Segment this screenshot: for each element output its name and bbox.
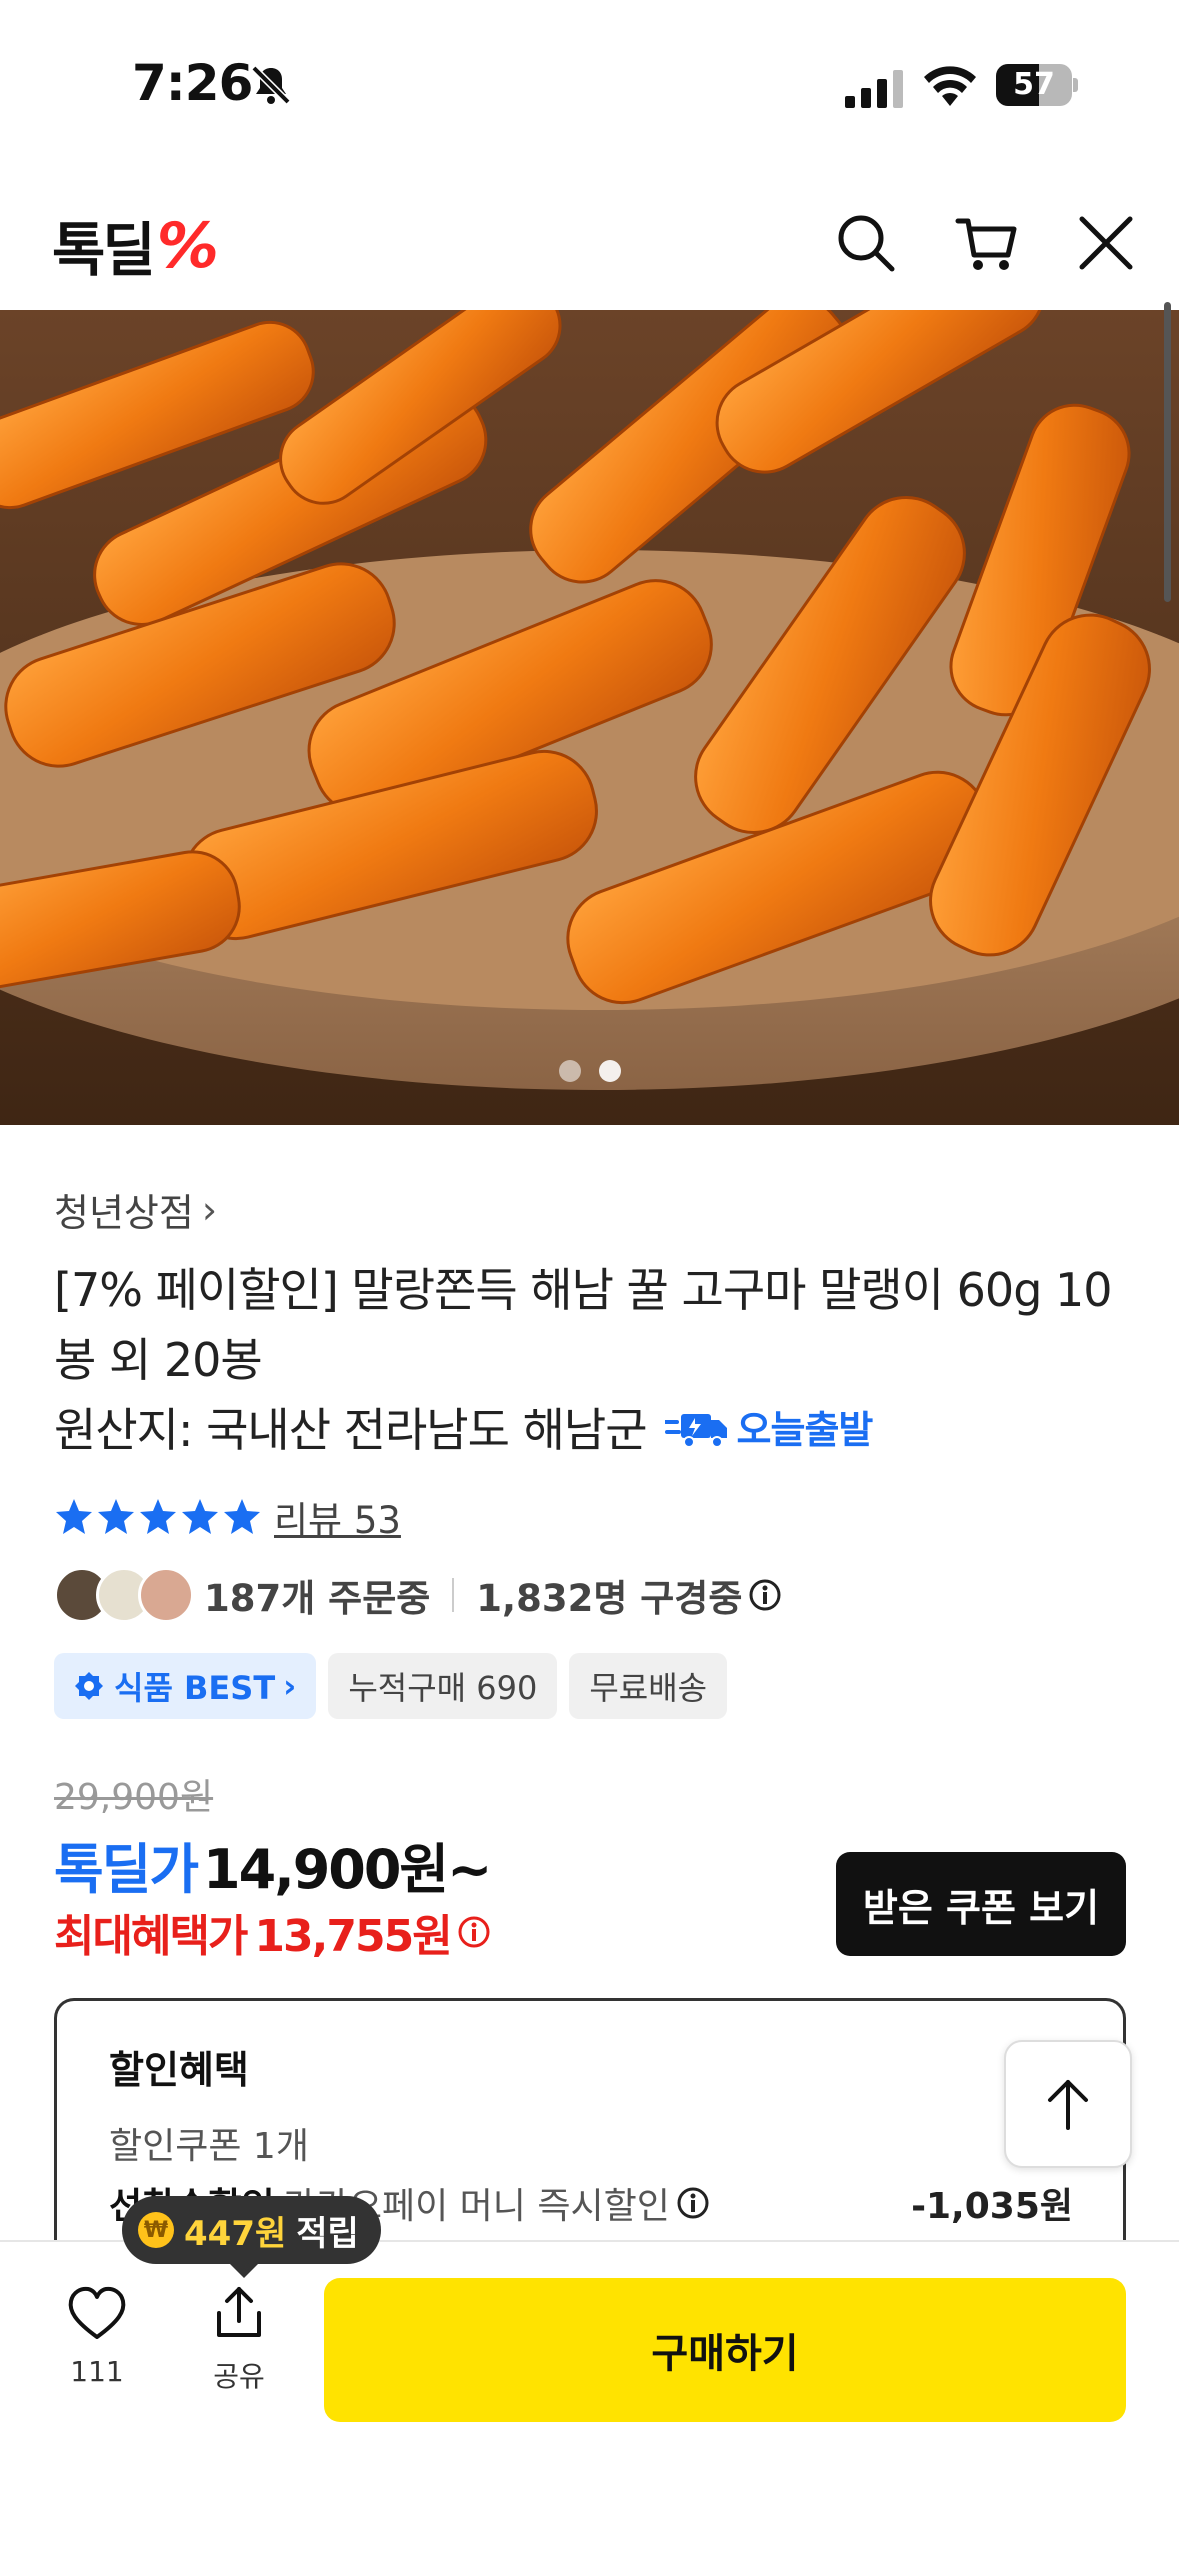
chevron-right-icon: › — [201, 1187, 218, 1232]
social-proof-row: 187개 주문중 1,832명 구경중 — [54, 1565, 782, 1625]
info-icon[interactable] — [457, 1915, 491, 1949]
scroll-indicator[interactable] — [1164, 302, 1171, 602]
origin-line: 원산지: 국내산 전라남도 해남군 오늘출발 — [54, 1395, 874, 1465]
tokdeal-logo[interactable]: 톡딜 % — [52, 205, 219, 285]
bubble-tail — [228, 2262, 260, 2278]
cart-icon[interactable] — [952, 209, 1020, 277]
share-icon — [217, 2287, 261, 2337]
star-icon — [182, 1499, 218, 1534]
signal-icon — [845, 70, 903, 108]
tags-row: 식품 BEST › 누적구매 690 무료배송 — [54, 1653, 728, 1719]
scroll-to-top-button[interactable] — [1004, 2040, 1132, 2168]
review-link[interactable]: 리뷰 53 — [274, 1490, 401, 1544]
delivery-truck-icon — [664, 1414, 727, 1448]
max-benefit-label: 최대혜택가 — [54, 1911, 248, 1962]
original-price: 29,900원 — [54, 1777, 214, 1818]
close-icon[interactable] — [1072, 209, 1140, 277]
wifi-icon — [924, 66, 976, 106]
badge-icon — [75, 1672, 103, 1700]
heart-icon — [68, 2286, 126, 2339]
bell-muted-icon — [251, 65, 291, 105]
battery-icon: 57 — [996, 64, 1078, 106]
pay-discount-value: -1,035원 — [911, 2186, 1073, 2227]
today-ship-badge: 오늘출발 — [664, 1395, 874, 1465]
star-icon — [140, 1499, 176, 1534]
carousel-dot[interactable] — [558, 1060, 581, 1082]
avatar — [138, 1567, 194, 1623]
like-count: 111 — [70, 2355, 124, 2388]
store-link[interactable]: 청년상점 › — [54, 1182, 217, 1237]
discount-title: 할인혜택 — [109, 2048, 249, 2092]
arrow-up-icon — [1048, 2080, 1088, 2130]
store-name: 청년상점 — [54, 1191, 194, 1235]
product-photo — [0, 310, 1179, 1125]
status-bar: 7:26 57 — [0, 0, 1179, 175]
logo-text: 톡딜 — [52, 216, 156, 284]
carousel-dot-active[interactable] — [598, 1060, 621, 1082]
info-icon[interactable] — [676, 2186, 710, 2220]
star-icon — [98, 1499, 134, 1534]
free-shipping-tag: 무료배송 — [569, 1653, 728, 1719]
search-icon[interactable] — [832, 209, 900, 277]
like-button[interactable]: 111 — [52, 2285, 142, 2388]
buyer-avatars — [54, 1567, 194, 1623]
share-button[interactable]: 공유 — [194, 2285, 284, 2395]
star-icon — [56, 1499, 92, 1534]
cumulative-purchase-tag: 누적구매 690 — [328, 1653, 558, 1719]
carousel-dots — [0, 1060, 1179, 1082]
info-icon[interactable] — [748, 1578, 782, 1612]
view-coupons-button[interactable]: 받은 쿠폰 보기 — [836, 1852, 1126, 1956]
share-label: 공유 — [213, 2360, 265, 2393]
best-tag-label: 식품 BEST — [114, 1669, 276, 1707]
max-benefit-row: 최대혜택가 13,755원 — [54, 1900, 491, 1964]
divider — [452, 1578, 455, 1612]
buy-button[interactable]: 구매하기 — [324, 2278, 1126, 2422]
best-tag[interactable]: 식품 BEST › — [54, 1653, 317, 1719]
deal-price-row: 톡딜가 14,900원~ — [54, 1825, 492, 1904]
deal-label: 톡딜가 — [54, 1838, 199, 1901]
star-rating — [54, 1497, 262, 1537]
product-title: [7% 페이할인] 말랑쫀득 해남 꿀 고구마 말랭이 60g 10봉 외 20… — [54, 1263, 1113, 1387]
viewing-count: 1,832명 구경중 — [476, 1577, 743, 1620]
ordering-count: 187개 주문중 — [204, 1577, 431, 1620]
rating-row[interactable]: 리뷰 53 — [54, 1490, 401, 1544]
battery-level-text: 57 — [1013, 67, 1055, 102]
chevron-right-icon: › — [283, 1667, 297, 1705]
points-amount: 447원 — [184, 2213, 287, 2254]
points-suffix: 적립 — [296, 2213, 359, 2254]
origin-text: 원산지: 국내산 전라남도 해남군 — [54, 1403, 648, 1457]
max-benefit-price: 13,755원 — [254, 1911, 452, 1962]
coin-icon: ₩ — [138, 2212, 174, 2248]
coupon-row-label: 할인쿠폰 1개 — [109, 2126, 309, 2167]
points-bubble: ₩ 447원 적립 — [122, 2196, 381, 2264]
today-ship-label: 오늘출발 — [736, 1408, 874, 1452]
app-header: 톡딜 % — [0, 175, 1179, 310]
status-time: 7:26 — [132, 54, 253, 112]
star-icon — [224, 1499, 260, 1534]
deal-price: 14,900원~ — [203, 1838, 492, 1901]
product-image-carousel[interactable] — [0, 310, 1179, 1125]
logo-mark: % — [156, 208, 219, 282]
